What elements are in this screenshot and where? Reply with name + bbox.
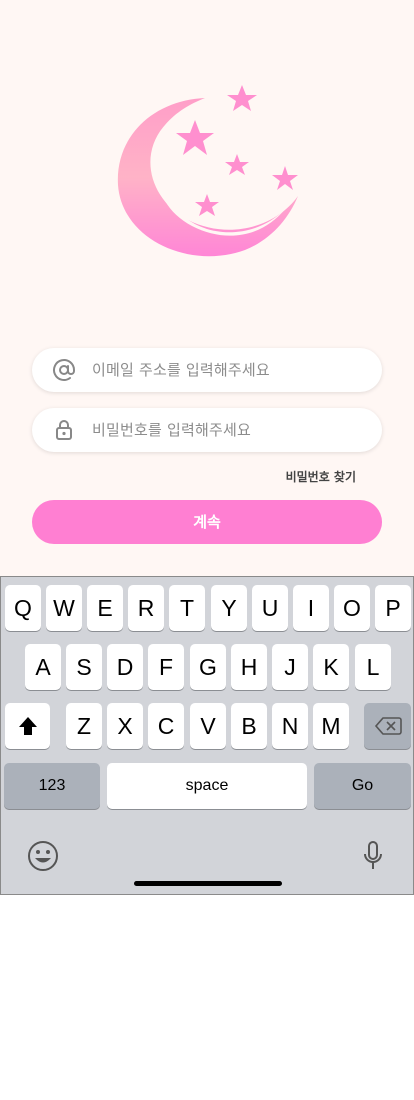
lock-icon [56, 420, 72, 440]
key-t[interactable]: T [169, 585, 205, 631]
numbers-key[interactable]: 123 [4, 763, 100, 809]
key-z[interactable]: Z [66, 703, 102, 749]
key-x[interactable]: X [107, 703, 143, 749]
key-v[interactable]: V [190, 703, 226, 749]
key-r[interactable]: R [128, 585, 164, 631]
email-placeholder: 이메일 주소를 입력해주세요 [92, 361, 270, 379]
key-j[interactable]: J [272, 644, 308, 690]
space-key[interactable]: space [107, 763, 307, 809]
moon-stars-logo [117, 85, 299, 257]
key-u[interactable]: U [252, 585, 288, 631]
key-p[interactable]: P [375, 585, 411, 631]
key-f[interactable]: F [148, 644, 184, 690]
at-sign-icon [53, 359, 75, 381]
home-indicator [134, 881, 282, 886]
key-b[interactable]: B [231, 703, 267, 749]
key-l[interactable]: L [355, 644, 391, 690]
backspace-key[interactable] [364, 703, 411, 749]
login-screen: 이메일 주소를 입력해주세요 비밀번호를 입력해주세요 비밀번호 찾기 계속 [0, 0, 414, 577]
key-k[interactable]: K [313, 644, 349, 690]
key-m[interactable]: M [313, 703, 349, 749]
key-y[interactable]: Y [211, 585, 247, 631]
key-d[interactable]: D [107, 644, 143, 690]
key-h[interactable]: H [231, 644, 267, 690]
go-key[interactable]: Go [314, 763, 411, 809]
password-placeholder: 비밀번호를 입력해주세요 [92, 421, 251, 439]
find-password-link[interactable]: 비밀번호 찾기 [286, 468, 356, 485]
key-g[interactable]: G [190, 644, 226, 690]
backspace-icon [374, 717, 402, 735]
key-a[interactable]: A [25, 644, 61, 690]
emoji-icon[interactable] [27, 840, 59, 872]
shift-arrow-icon [18, 717, 37, 735]
continue-button[interactable]: 계속 [32, 500, 382, 544]
key-w[interactable]: W [46, 585, 82, 631]
key-q[interactable]: Q [5, 585, 41, 631]
microphone-icon[interactable] [363, 840, 383, 872]
key-i[interactable]: I [293, 585, 329, 631]
key-o[interactable]: O [334, 585, 370, 631]
shift-key[interactable] [5, 703, 50, 749]
key-e[interactable]: E [87, 585, 123, 631]
email-field[interactable]: 이메일 주소를 입력해주세요 [32, 348, 382, 392]
key-n[interactable]: N [272, 703, 308, 749]
on-screen-keyboard: Q W E R T Y U I O P A S D F G H J K L Z … [0, 576, 414, 895]
key-c[interactable]: C [148, 703, 184, 749]
key-s[interactable]: S [66, 644, 102, 690]
password-field[interactable]: 비밀번호를 입력해주세요 [32, 408, 382, 452]
